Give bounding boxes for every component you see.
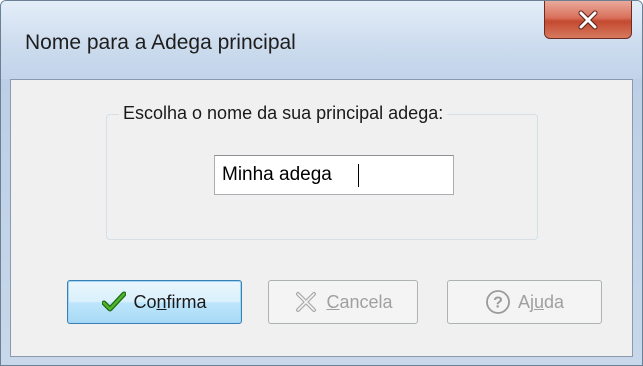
help-label: Ajuda <box>517 291 565 312</box>
confirm-label: Confirma <box>133 291 207 312</box>
cancel-button[interactable]: Cancela <box>268 280 418 324</box>
title-bar[interactable]: Nome para a Adega principal <box>1 1 642 79</box>
svg-text:?: ? <box>493 295 503 312</box>
text-caret <box>358 164 359 187</box>
confirm-button[interactable]: Confirma <box>67 280 242 324</box>
close-button[interactable] <box>544 1 632 39</box>
dialog-client-area: Escolha o nome da sua principal adega: C… <box>10 79 633 357</box>
help-icon: ? <box>485 289 511 315</box>
cross-icon <box>293 290 319 314</box>
adega-name-input[interactable] <box>214 155 454 195</box>
close-icon <box>578 10 598 29</box>
help-button[interactable]: ? Ajuda <box>447 280 602 324</box>
dialog-window: Nome para a Adega principal Escolha o no… <box>0 0 643 366</box>
cancel-label: Cancela <box>326 291 393 312</box>
groupbox-label: Escolha o nome da sua principal adega: <box>119 103 448 124</box>
window-title: Nome para a Adega principal <box>25 31 296 54</box>
check-icon <box>102 291 127 313</box>
